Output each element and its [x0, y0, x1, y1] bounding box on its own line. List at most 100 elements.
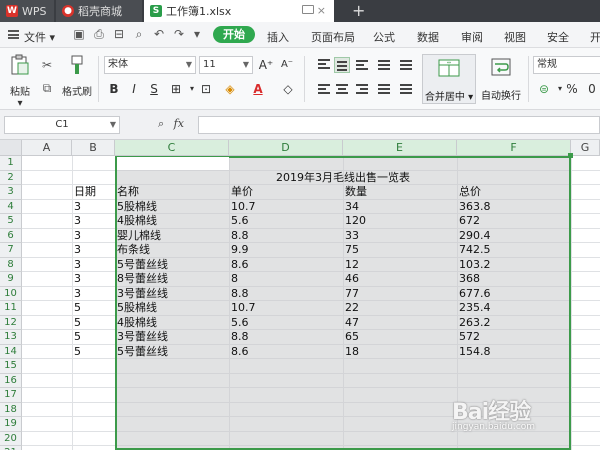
align-left-icon[interactable]	[316, 81, 332, 97]
header-total[interactable]: 总价	[457, 185, 481, 200]
row-header[interactable]: 10	[0, 286, 22, 301]
redo-icon[interactable]: ↷	[172, 27, 186, 41]
undo-icon[interactable]: ↶	[152, 27, 166, 41]
percent-button[interactable]: %	[564, 81, 580, 97]
print-preview-icon[interactable]: ⌕	[132, 27, 146, 41]
column-header-f[interactable]: F	[457, 140, 571, 156]
cell-qty[interactable]: 12	[343, 258, 359, 273]
shrink-font-button[interactable]: A⁻	[279, 57, 295, 73]
sheet-title-cell[interactable]: 2019年3月毛线出售一览表	[115, 171, 571, 186]
cell-date[interactable]: 3	[72, 258, 81, 273]
cell-name[interactable]: 3号蕾丝线	[115, 330, 168, 345]
cell-name[interactable]: 婴儿棉线	[115, 229, 161, 244]
row-header[interactable]: 4	[0, 199, 22, 214]
cell-qty[interactable]: 77	[343, 287, 359, 302]
column-header-b[interactable]: B	[72, 140, 115, 156]
cell-qty[interactable]: 47	[343, 316, 359, 331]
cell-date[interactable]: 3	[72, 214, 81, 229]
row-header[interactable]: 7	[0, 243, 22, 258]
merge-cells-icon[interactable]: ⊡	[198, 81, 214, 97]
justify-icon[interactable]	[376, 81, 392, 97]
print-icon[interactable]: ⊟	[112, 27, 126, 41]
cell-name[interactable]: 5号蕾丝线	[115, 345, 168, 360]
cell-date[interactable]: 3	[72, 287, 81, 302]
cell-total[interactable]: 572	[457, 330, 480, 345]
cell-total[interactable]: 154.8	[457, 345, 491, 360]
cell-total[interactable]: 677.6	[457, 287, 491, 302]
row-header[interactable]: 3	[0, 185, 22, 200]
menu-data[interactable]: 数据	[417, 29, 439, 45]
bold-button[interactable]: B	[106, 81, 122, 97]
menu-insert[interactable]: 插入	[267, 29, 289, 45]
cell-name[interactable]: 3号蕾丝线	[115, 287, 168, 302]
cell-date[interactable]: 3	[72, 272, 81, 287]
tab-docer-shop[interactable]: ● 稻壳商城	[56, 0, 142, 22]
cell-date[interactable]: 3	[72, 243, 81, 258]
cell-price[interactable]: 10.7	[229, 301, 256, 316]
menu-view[interactable]: 视图	[504, 29, 526, 45]
cell-name[interactable]: 8号蕾丝线	[115, 272, 168, 287]
font-name-select[interactable]: 宋体 ▼	[104, 56, 196, 74]
tab-wps[interactable]: W WPS	[0, 0, 54, 22]
row-header[interactable]: 8	[0, 257, 22, 272]
tab-start[interactable]: 开始	[213, 26, 255, 43]
monitor-icon[interactable]	[302, 5, 314, 14]
cell-qty[interactable]: 34	[343, 200, 359, 215]
align-right-icon[interactable]	[354, 81, 370, 97]
distributed-icon[interactable]	[398, 81, 414, 97]
export-icon[interactable]: ⎙	[92, 27, 106, 41]
row-header[interactable]: 12	[0, 315, 22, 330]
hamburger-icon[interactable]	[8, 30, 19, 39]
cell-date[interactable]: 3	[72, 200, 81, 215]
cell-name[interactable]: 4股棉线	[115, 316, 157, 331]
zoom-icon[interactable]: ⌕	[158, 117, 164, 130]
italic-button[interactable]: I	[126, 81, 142, 97]
cell-total[interactable]: 263.2	[457, 316, 491, 331]
format-painter-button[interactable]: 格式刷	[60, 54, 94, 98]
merge-center-button[interactable]: ⇔ 合并居中 ▾	[422, 54, 476, 104]
cell-qty[interactable]: 75	[343, 243, 359, 258]
cell-qty[interactable]: 46	[343, 272, 359, 287]
row-header[interactable]: 21	[0, 446, 22, 450]
row-header[interactable]: 19	[0, 417, 22, 432]
cell-price[interactable]: 8.6	[229, 345, 249, 360]
row-header[interactable]: 16	[0, 373, 22, 388]
name-box[interactable]: C1 ▼	[4, 116, 120, 134]
save-icon[interactable]: ▣	[72, 27, 86, 41]
paste-button[interactable]: 粘贴 ▾	[6, 54, 34, 109]
menu-formulas[interactable]: 公式	[373, 29, 395, 45]
header-qty[interactable]: 数量	[343, 185, 367, 200]
copy-icon[interactable]: ⧉	[40, 81, 54, 95]
cell-name[interactable]: 4股棉线	[115, 214, 157, 229]
row-header[interactable]: 15	[0, 359, 22, 374]
menu-review[interactable]: 审阅	[461, 29, 483, 45]
cell-total[interactable]: 363.8	[457, 200, 491, 215]
active-cell-c1[interactable]	[117, 157, 229, 170]
cell-date[interactable]: 5	[72, 345, 81, 360]
column-header-d[interactable]: D	[229, 140, 343, 156]
indent-icon[interactable]	[376, 57, 392, 73]
cell-price[interactable]: 8.8	[229, 287, 249, 302]
align-center-icon[interactable]	[334, 81, 350, 97]
row-header[interactable]: 14	[0, 344, 22, 359]
menu-file[interactable]: 文件 ▾	[24, 29, 55, 45]
cell-price[interactable]: 10.7	[229, 200, 256, 215]
cell-price[interactable]: 8.8	[229, 330, 249, 345]
header-price[interactable]: 单价	[229, 185, 253, 200]
cell-name[interactable]: 5股棉线	[115, 200, 157, 215]
cell-name[interactable]: 5股棉线	[115, 301, 157, 316]
underline-button[interactable]: S	[146, 81, 162, 97]
cell-name[interactable]: 5号蕾丝线	[115, 258, 168, 273]
cell-price[interactable]: 5.6	[229, 214, 249, 229]
column-header-a[interactable]: A	[22, 140, 72, 156]
cell-price[interactable]: 8.6	[229, 258, 249, 273]
row-header[interactable]: 5	[0, 214, 22, 229]
cell-qty[interactable]: 120	[343, 214, 366, 229]
row-header[interactable]: 6	[0, 228, 22, 243]
cell-total[interactable]: 103.2	[457, 258, 491, 273]
row-header[interactable]: 18	[0, 402, 22, 417]
border-icon[interactable]: ⊞	[168, 81, 184, 97]
menu-more[interactable]: 开	[590, 29, 600, 45]
wrap-text-button[interactable]: 自动换行	[478, 54, 524, 102]
align-bottom-icon[interactable]	[354, 57, 370, 73]
